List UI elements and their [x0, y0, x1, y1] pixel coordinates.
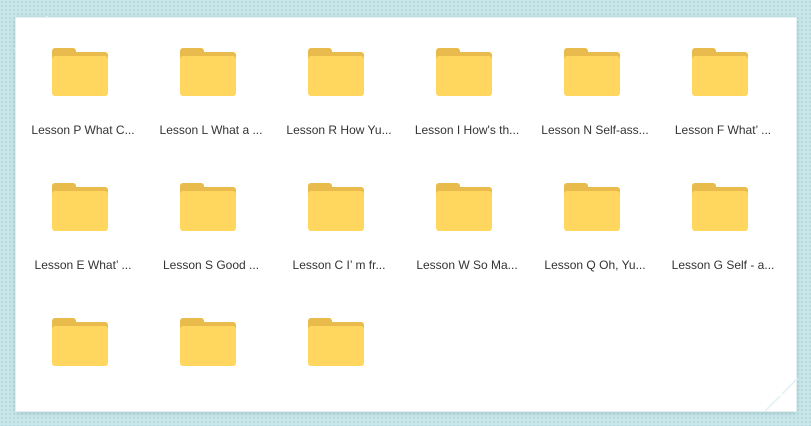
folder-icon — [180, 48, 236, 96]
folder-item[interactable]: Lesson P What C... — [30, 30, 150, 165]
folder-label: Lesson Q Oh, Yu... — [544, 258, 646, 272]
folder-grid: Lesson P What C... Lesson L What a ... L… — [30, 30, 782, 396]
folder-icon — [180, 318, 236, 366]
folder-icon — [308, 48, 364, 96]
folder-item[interactable]: Lesson E What’ ... — [30, 165, 150, 300]
folder-item[interactable]: Lesson N Self-ass... — [534, 30, 662, 165]
folder-icon — [692, 48, 748, 96]
folder-label: Lesson W So Ma... — [416, 258, 518, 272]
folder-label: Lesson R How Yu... — [286, 123, 392, 137]
folder-icon — [52, 48, 108, 96]
folder-item[interactable]: Lesson F What’ ... — [662, 30, 782, 165]
folder-label: Lesson P What C... — [31, 123, 135, 137]
folder-label: Lesson N Self-ass... — [541, 123, 649, 137]
folder-icon — [564, 48, 620, 96]
folder-label: Lesson G Self - a... — [671, 258, 775, 272]
folder-label: Lesson I How's th... — [414, 123, 520, 137]
folder-item[interactable]: Lesson Q Oh, Yu... — [534, 165, 662, 300]
folder-label: Lesson L What a ... — [159, 123, 263, 137]
folder-item[interactable]: Lesson C I’ m fr... — [278, 165, 406, 300]
folder-item[interactable]: Lesson I How's th... — [406, 30, 534, 165]
folder-item[interactable] — [278, 300, 406, 396]
folder-item[interactable]: Lesson G Self - a... — [662, 165, 782, 300]
folder-label: Lesson C I’ m fr... — [292, 258, 386, 272]
file-browser-view: Lesson P What C... Lesson L What a ... L… — [30, 30, 782, 396]
folder-label: Lesson E What’ ... — [34, 258, 132, 272]
folder-item[interactable] — [30, 300, 150, 396]
folder-icon — [308, 318, 364, 366]
folder-item[interactable]: Lesson R How Yu... — [278, 30, 406, 165]
folder-icon — [180, 183, 236, 231]
folder-item[interactable] — [150, 300, 278, 396]
folder-icon — [52, 183, 108, 231]
folder-icon — [564, 183, 620, 231]
folder-item[interactable]: Lesson W So Ma... — [406, 165, 534, 300]
folder-label: Lesson S Good ... — [162, 258, 260, 272]
folder-item[interactable]: Lesson S Good ... — [150, 165, 278, 300]
folder-icon — [436, 183, 492, 231]
folder-icon — [52, 318, 108, 366]
folder-item[interactable]: Lesson L What a ... — [150, 30, 278, 165]
folder-icon — [308, 183, 364, 231]
folder-label: Lesson F What’ ... — [674, 123, 772, 137]
folder-icon — [436, 48, 492, 96]
folder-icon — [692, 183, 748, 231]
